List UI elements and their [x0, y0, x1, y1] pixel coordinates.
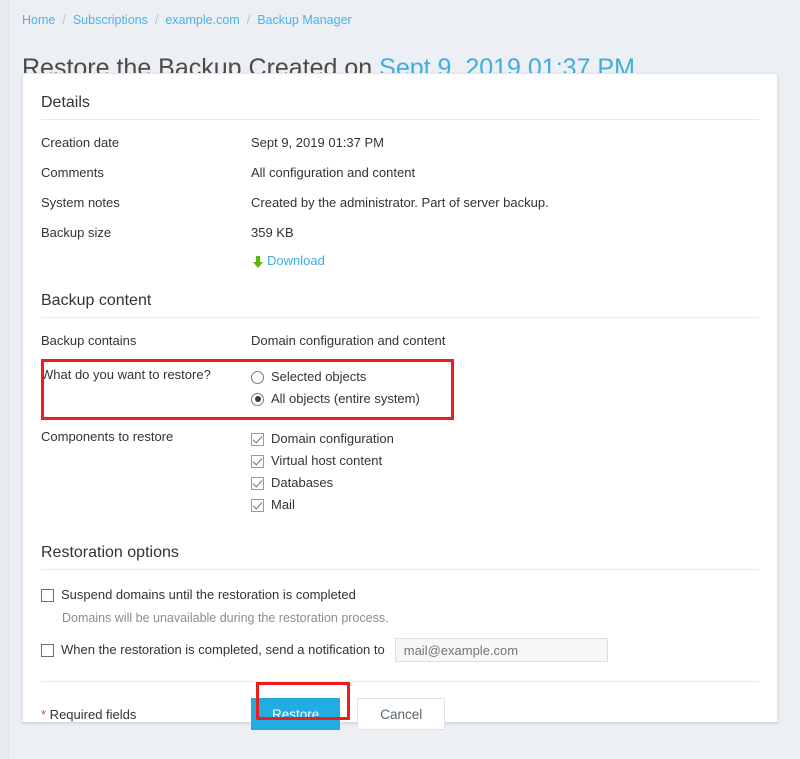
detail-row-backup-size: Backup size 359 KB	[41, 218, 759, 248]
row-backup-contains: Backup contains Domain configuration and…	[41, 326, 759, 356]
download-row: Download	[41, 248, 759, 276]
checkbox-label: Databases	[271, 472, 333, 494]
components-checkbox-group: Domain configuration Virtual host conten…	[251, 428, 394, 516]
backup-content-rows: Backup contains Domain configuration and…	[41, 318, 759, 522]
restore-button[interactable]: Restore	[251, 698, 340, 730]
page-left-edge	[0, 0, 9, 759]
checkbox-label: Domain configuration	[271, 428, 394, 450]
restore-form-card: Details Creation date Sept 9, 2019 01:37…	[22, 73, 778, 723]
radio-option-all-objects[interactable]: All objects (entire system)	[251, 388, 420, 410]
details-section-heading: Details	[41, 94, 759, 120]
checkbox-option-suspend-domains[interactable]: Suspend domains until the restoration is…	[41, 582, 759, 608]
required-fields-note: * Required fields	[41, 707, 251, 722]
checkbox-option-virtual-host-content[interactable]: Virtual host content	[251, 450, 394, 472]
backup-content-section-heading: Backup content	[41, 292, 759, 318]
checkbox-icon-databases[interactable]	[251, 477, 264, 490]
checkbox-icon-suspend-domains[interactable]	[41, 589, 54, 602]
form-footer: * Required fields Restore Cancel	[41, 682, 759, 730]
breadcrumb-item-home[interactable]: Home	[22, 13, 55, 27]
restore-question-label: What do you want to restore?	[41, 366, 251, 384]
checkbox-label: Virtual host content	[271, 450, 382, 472]
row-restore-choice: What do you want to restore? Selected ob…	[41, 356, 759, 420]
page-root: Home / Subscriptions / example.com / Backup Ma…	[10, 0, 800, 759]
detail-label: System notes	[41, 194, 251, 212]
checkbox-icon-virtual-host-content[interactable]	[251, 455, 264, 468]
restoration-options-body: Suspend domains until the restoration is…	[41, 570, 759, 665]
download-link-label: Download	[267, 252, 325, 270]
detail-value: Created by the administrator. Part of se…	[251, 194, 549, 212]
spacer	[41, 276, 759, 292]
checkbox-label: Mail	[271, 494, 295, 516]
breadcrumb: Home / Subscriptions / example.com / Backup Ma…	[10, 0, 800, 28]
radio-label: All objects (entire system)	[271, 388, 420, 410]
download-link[interactable]: Download	[251, 252, 325, 270]
detail-label: Comments	[41, 164, 251, 182]
send-notification-label: When the restoration is completed, send …	[61, 640, 385, 660]
checkbox-icon-send-notification[interactable]	[41, 644, 54, 657]
breadcrumb-separator: /	[62, 13, 65, 27]
detail-value: All configuration and content	[251, 164, 415, 182]
breadcrumb-item-backup-manager[interactable]: Backup Manager	[257, 13, 352, 27]
breadcrumb-separator: /	[247, 13, 250, 27]
suspend-domains-label: Suspend domains until the restoration is…	[61, 585, 356, 605]
checkbox-option-mail[interactable]: Mail	[251, 494, 394, 516]
download-spacer	[41, 252, 251, 270]
detail-label: Creation date	[41, 134, 251, 152]
details-rows: Creation date Sept 9, 2019 01:37 PM Comm…	[41, 120, 759, 276]
detail-label: Backup size	[41, 224, 251, 242]
notification-email-input[interactable]	[395, 638, 608, 662]
breadcrumb-item-subscriptions[interactable]: Subscriptions	[73, 13, 148, 27]
radio-icon-selected-objects[interactable]	[251, 371, 264, 384]
components-label: Components to restore	[41, 428, 251, 446]
spacer	[41, 522, 759, 544]
notification-row: When the restoration is completed, send …	[41, 635, 759, 665]
radio-option-selected-objects[interactable]: Selected objects	[251, 366, 420, 388]
checkbox-option-domain-configuration[interactable]: Domain configuration	[251, 428, 394, 450]
restoration-options-section-heading: Restoration options	[41, 544, 759, 570]
detail-value: 359 KB	[251, 224, 294, 242]
radio-icon-all-objects[interactable]	[251, 393, 264, 406]
cancel-button[interactable]: Cancel	[357, 698, 445, 730]
download-arrow-icon	[251, 254, 265, 270]
checkbox-icon-mail[interactable]	[251, 499, 264, 512]
detail-value: Sept 9, 2019 01:37 PM	[251, 134, 384, 152]
detail-row-comments: Comments All configuration and content	[41, 158, 759, 188]
detail-row-creation-date: Creation date Sept 9, 2019 01:37 PM	[41, 128, 759, 158]
breadcrumb-item-example-com[interactable]: example.com	[165, 13, 239, 27]
backup-contains-value: Domain configuration and content	[251, 332, 445, 350]
checkbox-option-databases[interactable]: Databases	[251, 472, 394, 494]
breadcrumb-separator: /	[155, 13, 158, 27]
backup-contains-label: Backup contains	[41, 332, 251, 350]
suspend-domains-hint: Domains will be unavailable during the r…	[41, 608, 759, 635]
required-text: Required fields	[46, 707, 136, 722]
restore-scope-radio-group: Selected objects All objects (entire sys…	[251, 366, 420, 410]
detail-row-system-notes: System notes Created by the administrato…	[41, 188, 759, 218]
checkbox-icon-domain-configuration[interactable]	[251, 433, 264, 446]
radio-label: Selected objects	[271, 366, 366, 388]
row-components-to-restore: Components to restore Domain configurati…	[41, 420, 759, 522]
